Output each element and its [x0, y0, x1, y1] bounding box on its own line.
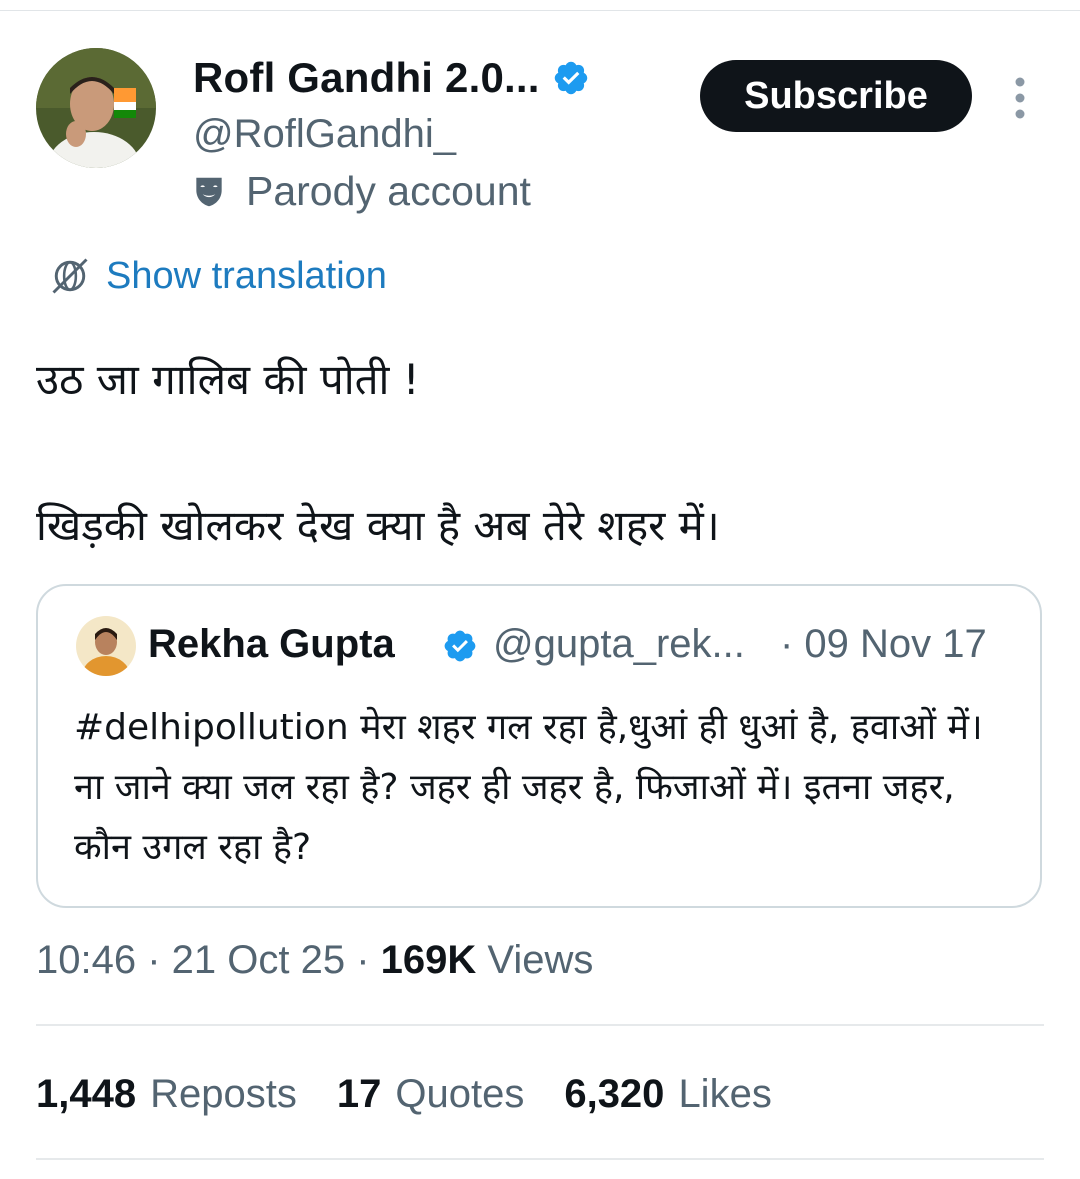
- tweet-meta: 10:46 · 21 Oct 25 · 169K Views: [36, 938, 593, 983]
- reposts-count: 1,448: [36, 1072, 137, 1116]
- likes-count: 6,320: [564, 1072, 665, 1116]
- views-label: Views: [476, 938, 594, 982]
- quotes-label: Quotes: [395, 1072, 525, 1116]
- quoted-verified-badge-icon: [444, 630, 476, 662]
- show-translation-text: Show translation: [106, 254, 387, 297]
- quoted-author-name[interactable]: Rekha Gupta: [148, 622, 395, 667]
- more-options-icon[interactable]: [1006, 76, 1034, 120]
- views-count: 169K: [380, 938, 477, 982]
- subscribe-button[interactable]: Subscribe: [700, 60, 972, 132]
- quoted-tweet-card[interactable]: Rekha Gupta @gupta_rek... · 09 Nov 17 #d…: [36, 584, 1042, 908]
- author-avatar[interactable]: [36, 48, 156, 168]
- reposts-stat[interactable]: 1,448 Reposts: [36, 1072, 297, 1117]
- tweet-text-line-2: खिड़की खोलकर देख क्या है अब तेरे शहर में…: [36, 501, 720, 550]
- stats-bottom-divider: [36, 1158, 1044, 1160]
- quoted-tweet-text: #delhipollution मेरा शहर गल रहा है,धुआं …: [74, 707, 983, 868]
- parody-label-text: Parody account: [246, 168, 531, 214]
- quoted-tweet-date: · 09 Nov 17: [780, 622, 987, 666]
- top-divider: [0, 10, 1080, 11]
- tweet-timestamp[interactable]: 10:46 · 21 Oct 25 ·: [36, 938, 381, 982]
- stats-top-divider: [36, 1024, 1044, 1026]
- likes-label: Likes: [678, 1072, 772, 1116]
- reposts-label: Reposts: [150, 1072, 297, 1116]
- theater-mask-icon: [196, 177, 222, 206]
- quoted-author-avatar[interactable]: [76, 616, 136, 676]
- tweet-text-line-1: उठ जा गालिब की पोती !: [36, 355, 420, 404]
- translate-globe-icon: [52, 258, 88, 294]
- author-handle[interactable]: @RoflGandhi_: [193, 112, 456, 157]
- verified-badge-icon: [554, 61, 587, 95]
- parody-label: Parody account: [190, 168, 531, 215]
- quotes-stat[interactable]: 17 Quotes: [337, 1072, 524, 1117]
- show-translation-link[interactable]: Show translation: [48, 254, 387, 298]
- author-name-text: Rofl Gandhi 2.0...: [193, 54, 540, 101]
- quotes-count: 17: [336, 1072, 382, 1116]
- quoted-author-handle[interactable]: @gupta_rek...: [493, 622, 745, 667]
- likes-stat[interactable]: 6,320 Likes: [564, 1072, 772, 1117]
- engagement-stats: 1,448 Reposts 17 Quotes 6,320 Likes: [36, 1072, 812, 1117]
- author-name[interactable]: Rofl Gandhi 2.0...: [193, 54, 590, 102]
